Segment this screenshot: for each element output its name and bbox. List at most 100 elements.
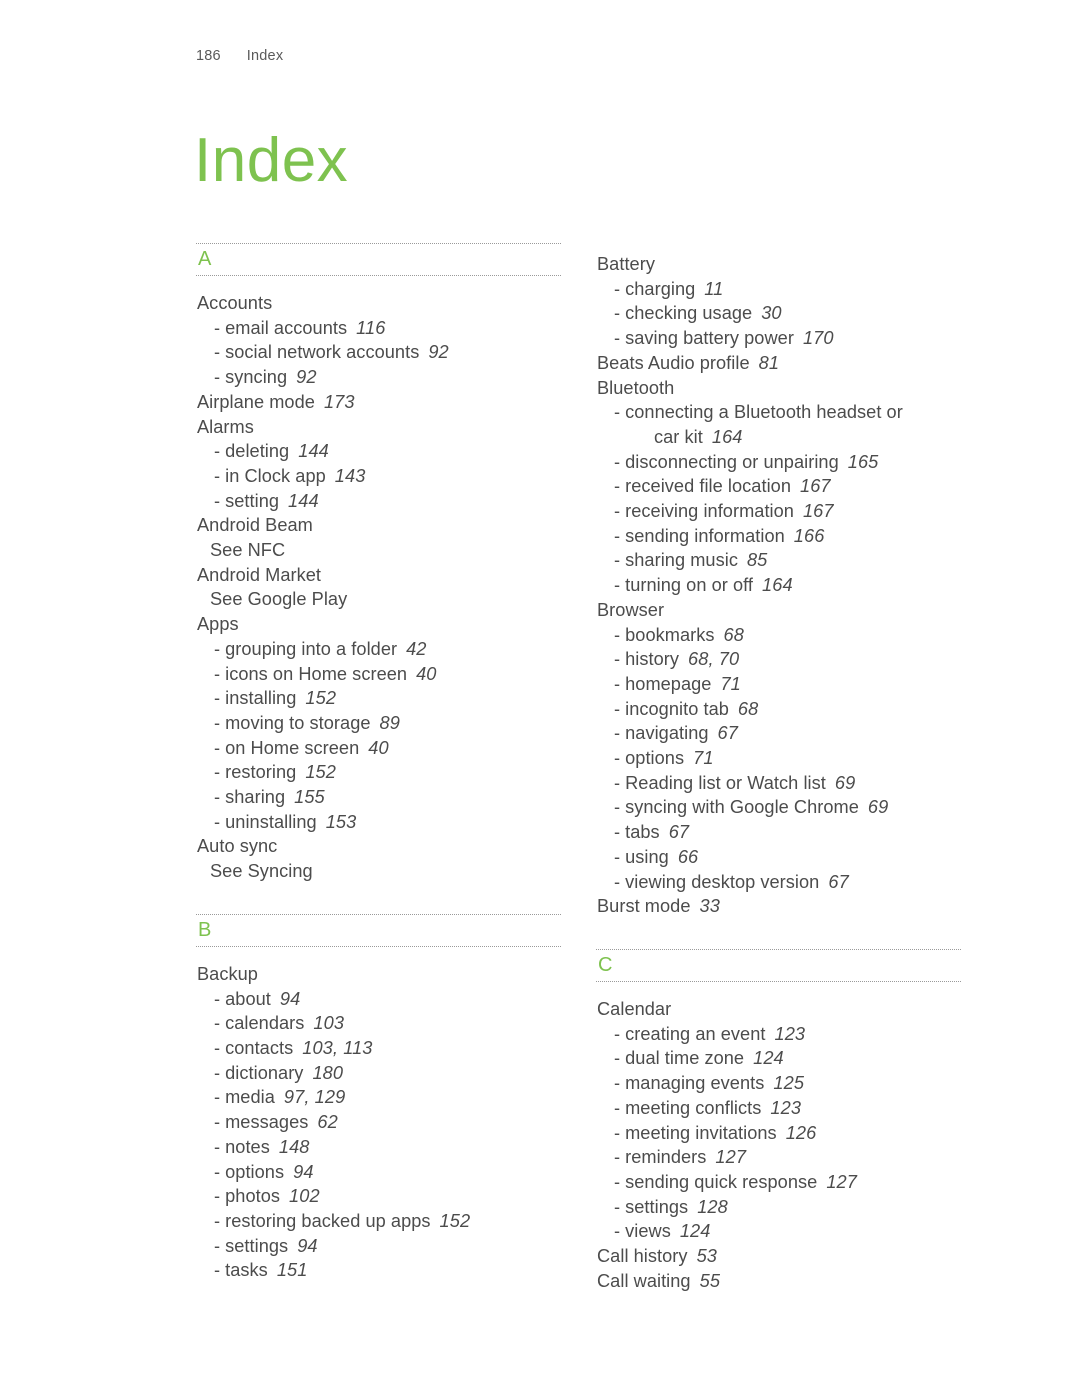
index-entry-sub[interactable]: - homepage 71	[596, 672, 961, 697]
index-entry-sub[interactable]: - social network accounts 92	[196, 340, 561, 365]
entry-dash-icon: -	[214, 1186, 221, 1207]
index-entry-sub[interactable]: - settings 94	[196, 1234, 561, 1259]
index-entry-main[interactable]: Call history 53	[596, 1244, 961, 1269]
index-entry-sub[interactable]: - managing events 125	[596, 1071, 961, 1096]
index-entry-sub[interactable]: - sending information 166	[596, 524, 961, 549]
index-entry-main[interactable]: Android Beam	[196, 513, 561, 538]
index-entry-main[interactable]: Accounts	[196, 291, 561, 316]
index-entry-sub[interactable]: - turning on or off 164	[596, 573, 961, 598]
index-page: 186 Index Index A Accounts - email accounts 1…	[0, 0, 1080, 1397]
index-entry-sub[interactable]: - using 66	[596, 845, 961, 870]
index-entry-sub[interactable]: - dictionary 180	[196, 1061, 561, 1086]
entry-label: disconnecting or unpairing	[625, 451, 839, 472]
index-entry-sub[interactable]: - messages 62	[196, 1110, 561, 1135]
index-entry-sub[interactable]: - contacts 103, 113	[196, 1036, 561, 1061]
entry-dash-icon: -	[614, 1196, 621, 1217]
index-entry-sub[interactable]: - tabs 67	[596, 820, 961, 845]
index-entry-main[interactable]: Burst mode 33	[596, 894, 961, 919]
index-entry-main[interactable]: Call waiting 55	[596, 1269, 961, 1294]
entry-label: Call history	[597, 1246, 688, 1267]
index-entry-sub[interactable]: - received file location 167	[596, 474, 961, 499]
entry-page-numbers: 128	[697, 1196, 728, 1217]
index-entry-sub[interactable]: - creating an event 123	[596, 1022, 961, 1047]
entry-label: views	[625, 1221, 671, 1242]
index-entry-main[interactable]: Auto sync	[196, 834, 561, 859]
index-entry-sub[interactable]: - history 68, 70	[596, 647, 961, 672]
index-cross-reference[interactable]: See NFC	[196, 538, 561, 563]
entry-page-numbers: 71	[720, 673, 741, 694]
index-entry-sub[interactable]: - reminders 127	[596, 1145, 961, 1170]
index-entry-sub[interactable]: - meeting conflicts 123	[596, 1096, 961, 1121]
index-entry-sub[interactable]: - about 94	[196, 987, 561, 1012]
index-entry-sub[interactable]: - media 97, 129	[196, 1085, 561, 1110]
entry-label: Apps	[197, 614, 239, 635]
index-entry-sub[interactable]: - syncing 92	[196, 365, 561, 390]
index-entry-sub[interactable]: - setting 144	[196, 489, 561, 514]
index-entry-sub[interactable]: - options 94	[196, 1160, 561, 1185]
index-entry-sub[interactable]: - restoring backed up apps 152	[196, 1209, 561, 1234]
entry-label: creating an event	[625, 1023, 766, 1044]
index-entry-main[interactable]: Battery	[596, 252, 961, 277]
entry-dash-icon: -	[614, 846, 621, 867]
index-entry-sub[interactable]: - grouping into a folder 42	[196, 637, 561, 662]
entry-page-numbers: 126	[785, 1122, 817, 1143]
index-entry-main[interactable]: Airplane mode 173	[196, 390, 561, 415]
index-entry-sub[interactable]: - email accounts 116	[196, 316, 561, 341]
index-entry-sub[interactable]: - views 124	[596, 1219, 961, 1244]
entry-label: options	[625, 748, 685, 769]
index-entry-sub[interactable]: - calendars 103	[196, 1011, 561, 1036]
entry-label: installing	[225, 688, 297, 709]
entry-dash-icon: -	[614, 1097, 621, 1118]
index-entry-sub[interactable]: - navigating 67	[596, 721, 961, 746]
index-entry-sub[interactable]: - sending quick response 127	[596, 1170, 961, 1195]
index-entry-sub[interactable]: - icons on Home screen 40	[196, 662, 561, 687]
index-cross-reference[interactable]: See Syncing	[196, 859, 561, 884]
index-cross-reference[interactable]: See Google Play	[196, 587, 561, 612]
index-entry-sub[interactable]: - meeting invitations 126	[596, 1121, 961, 1146]
index-entry-sub[interactable]: - syncing with Google Chrome 69	[596, 795, 961, 820]
index-entry-sub[interactable]: - restoring 152	[196, 760, 561, 785]
index-entry-main[interactable]: Backup	[196, 962, 561, 987]
index-entry-sub[interactable]: - bookmarks 68	[596, 623, 961, 648]
entry-page-numbers: 127	[715, 1147, 747, 1168]
index-entry-sub[interactable]: - charging 11	[596, 277, 961, 302]
index-entry-sub[interactable]: - disconnecting or unpairing 165	[596, 450, 961, 475]
index-entry-sub[interactable]: - installing 152	[196, 686, 561, 711]
index-entry-main[interactable]: Apps	[196, 612, 561, 637]
index-entry-main[interactable]: Bluetooth	[596, 376, 961, 401]
index-entry-sub[interactable]: - notes 148	[196, 1135, 561, 1160]
index-entry-sub[interactable]: - sharing 155	[196, 785, 561, 810]
entry-dash-icon: -	[614, 723, 621, 744]
entry-label: connecting a Bluetooth headset or	[625, 402, 903, 423]
index-entry-continuation[interactable]: car kit 164	[596, 425, 961, 450]
index-entry-sub[interactable]: - settings 128	[596, 1195, 961, 1220]
page-title: Index	[194, 125, 349, 195]
index-entry-sub[interactable]: - in Clock app 143	[196, 464, 561, 489]
entry-label: reminders	[625, 1147, 707, 1168]
index-entry-sub[interactable]: - incognito tab 68	[596, 697, 961, 722]
index-entry-sub[interactable]: - receiving information 167	[596, 499, 961, 524]
index-entry-sub[interactable]: - saving battery power 170	[596, 326, 961, 351]
entry-page-numbers: 92	[428, 342, 449, 363]
index-entry-sub[interactable]: - viewing desktop version 67	[596, 870, 961, 895]
index-entry-sub[interactable]: - dual time zone 124	[596, 1046, 961, 1071]
index-entry-sub[interactable]: - deleting 144	[196, 439, 561, 464]
index-entry-sub[interactable]: - photos 102	[196, 1184, 561, 1209]
index-entry-sub[interactable]: - moving to storage 89	[196, 711, 561, 736]
index-entry-main[interactable]: Browser	[596, 598, 961, 623]
index-entry-sub[interactable]: - uninstalling 153	[196, 810, 561, 835]
index-entry-main[interactable]: Android Market	[196, 563, 561, 588]
index-entry-main[interactable]: Beats Audio profile 81	[596, 351, 961, 376]
index-entry-sub[interactable]: - options 71	[596, 746, 961, 771]
index-entry-main[interactable]: Alarms	[196, 415, 561, 440]
index-entry-sub[interactable]: - sharing music 85	[596, 548, 961, 573]
index-entry-sub[interactable]: - connecting a Bluetooth headset or	[596, 400, 961, 425]
entry-label: Accounts	[197, 293, 273, 313]
entry-dash-icon: -	[214, 342, 221, 363]
index-entry-main[interactable]: Calendar	[596, 997, 961, 1022]
index-entry-sub[interactable]: - on Home screen 40	[196, 736, 561, 761]
index-entry-sub[interactable]: - tasks 151	[196, 1258, 561, 1283]
index-entry-sub[interactable]: - checking usage 30	[596, 301, 961, 326]
entry-dash-icon: -	[214, 1136, 221, 1157]
index-entry-sub[interactable]: - Reading list or Watch list 69	[596, 771, 961, 796]
